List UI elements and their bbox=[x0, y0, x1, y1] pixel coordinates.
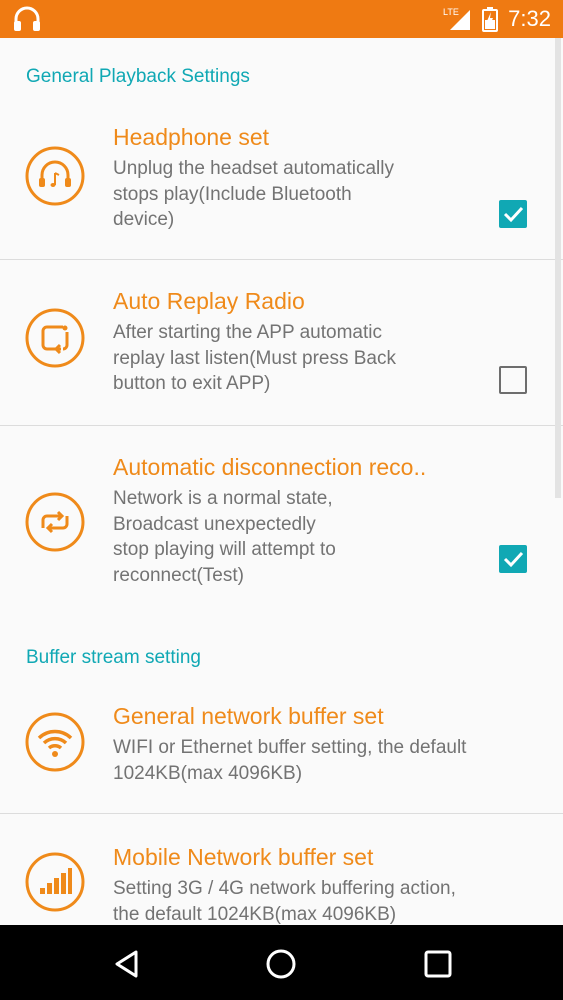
section-header-buffer: Buffer stream setting bbox=[26, 647, 201, 668]
pref-title: General network buffer set bbox=[113, 703, 384, 729]
headphones-icon bbox=[14, 6, 40, 31]
summary-line: device) bbox=[113, 209, 175, 230]
pref-summary: WIFI or Ethernet buffer setting, the def… bbox=[113, 735, 466, 786]
status-bar: LTE 7:32 bbox=[0, 0, 563, 38]
pref-title: Mobile Network buffer set bbox=[113, 844, 374, 870]
auto-replay-icon bbox=[25, 308, 85, 368]
pref-title: Headphone set bbox=[113, 124, 270, 150]
section-header-playback: General Playback Settings bbox=[26, 66, 250, 87]
pref-headphone-set[interactable]: Headphone set Unplug the headset automat… bbox=[0, 118, 563, 259]
auto-reconnect-checkbox[interactable] bbox=[499, 545, 527, 573]
pref-summary: Network is a normal state, Broadcast une… bbox=[113, 486, 336, 588]
summary-line: button to exit APP) bbox=[113, 373, 271, 394]
pref-auto-replay[interactable]: Auto Replay Radio After starting the APP… bbox=[0, 260, 563, 425]
pref-auto-reconnect[interactable]: Automatic disconnection reco.. Network i… bbox=[0, 426, 563, 606]
signal-bars-icon bbox=[25, 852, 85, 912]
summary-line: Network is a normal state, bbox=[113, 488, 333, 509]
pref-title: Auto Replay Radio bbox=[113, 288, 305, 314]
summary-line: Broadcast unexpectedly bbox=[113, 513, 316, 535]
lte-signal-icon: LTE bbox=[443, 7, 471, 30]
summary-line: WIFI or Ethernet buffer setting, the def… bbox=[113, 737, 467, 758]
pref-general-buffer[interactable]: General network buffer set WIFI or Ether… bbox=[0, 698, 563, 813]
svg-text:LTE: LTE bbox=[443, 7, 459, 17]
pref-summary: Setting 3G / 4G network buffering action… bbox=[113, 876, 456, 925]
reconnect-icon bbox=[25, 492, 85, 552]
summary-line: reconnect(Test) bbox=[113, 564, 244, 586]
headphone-set-checkbox[interactable] bbox=[499, 200, 527, 228]
summary-line: Setting 3G / 4G network buffering action… bbox=[113, 878, 456, 899]
pref-mobile-buffer[interactable]: Mobile Network buffer set Setting 3G / 4… bbox=[0, 814, 563, 925]
back-icon[interactable] bbox=[110, 947, 144, 981]
summary-line: stops play(Include Bluetooth bbox=[113, 183, 352, 205]
summary-line: Unplug the headset automatically bbox=[113, 158, 394, 179]
battery-icon bbox=[482, 7, 499, 32]
pref-title: Automatic disconnection reco.. bbox=[113, 454, 427, 480]
headphone-music-icon bbox=[25, 146, 85, 206]
home-icon[interactable] bbox=[264, 947, 298, 981]
pref-summary: After starting the APP automatic replay … bbox=[113, 320, 396, 397]
status-time: 7:32 bbox=[508, 6, 551, 31]
recents-icon[interactable] bbox=[421, 947, 455, 981]
summary-line: the default 1024KB(max 4096KB) bbox=[113, 903, 397, 925]
checkmark-icon bbox=[503, 206, 524, 223]
navigation-bar bbox=[0, 925, 563, 1000]
summary-line: stop playing will attempt to bbox=[113, 539, 336, 560]
summary-line: After starting the APP automatic bbox=[113, 322, 382, 343]
settings-list[interactable]: General Playback Settings Headphone set … bbox=[0, 38, 563, 925]
pref-summary: Unplug the headset automatically stops p… bbox=[113, 156, 394, 233]
summary-line: replay last listen(Must press Back bbox=[113, 347, 396, 369]
checkmark-icon bbox=[503, 551, 524, 568]
wifi-icon bbox=[25, 712, 85, 772]
scrollbar[interactable] bbox=[555, 38, 561, 498]
auto-replay-checkbox[interactable] bbox=[499, 366, 527, 394]
summary-line: 1024KB(max 4096KB) bbox=[113, 762, 303, 784]
